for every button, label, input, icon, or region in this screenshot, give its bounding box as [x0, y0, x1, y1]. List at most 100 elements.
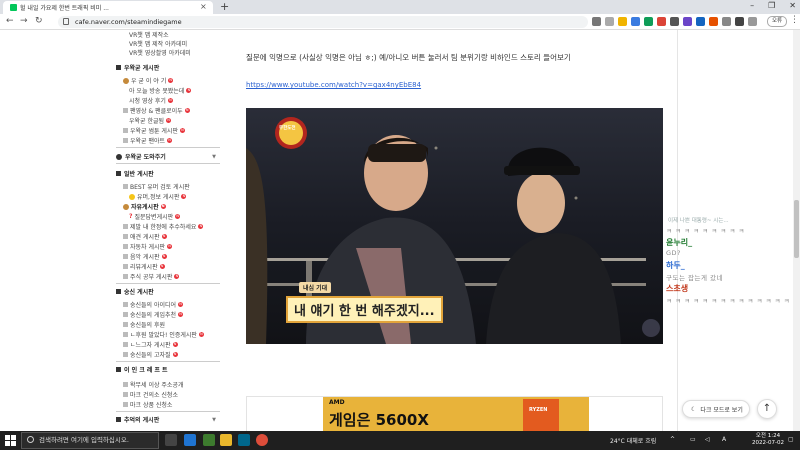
extension-icon[interactable] [696, 17, 705, 26]
sidebar-item[interactable]: 숭신들의 고자질 N [123, 350, 178, 359]
sidebar-item[interactable]: 자유게시판 N [123, 202, 166, 211]
ad-image[interactable]: AMD 게임은 5600X RYZEN [323, 397, 589, 431]
sidebar-item[interactable]: 왁무세 이상 주소공개 [123, 380, 184, 389]
reload-icon[interactable]: ↻ [35, 16, 43, 26]
video-logo: 무한도전 [279, 126, 296, 131]
maximize-icon[interactable]: ❐ [768, 1, 775, 10]
sidebar-item[interactable]: ㄴ느그자 게시판 N [123, 340, 178, 349]
extension-icon[interactable] [657, 17, 666, 26]
sidebar-item[interactable]: 주식 공부 게시판 N [123, 272, 180, 281]
sidebar-group-title[interactable]: 추억의 게시판 ▼ [116, 415, 220, 424]
sidebar-item[interactable]: 자동차 게시판 N [123, 242, 173, 251]
page-scrollbar[interactable] [793, 30, 800, 431]
taskbar-clock[interactable]: 오전 1:24 2022-07-02 [752, 433, 784, 447]
tab-strip: 헐 내일 가요제 한번 트래픽 비미 ... × + – ❐ ✕ [0, 0, 800, 14]
sidebar-item[interactable]: 팬영상 & 팬클로이두 N [123, 106, 190, 115]
url-text[interactable]: cafe.naver.com/steamindiegame [75, 18, 182, 26]
sidebar-item[interactable]: ? 질문답변게시판 N [129, 212, 181, 221]
sidebar-item[interactable]: 숭신들의 후원 [123, 320, 165, 329]
task-view-icon[interactable] [165, 434, 177, 446]
sidebar-item[interactable]: 유머,정보 게시판 N [129, 192, 187, 201]
sidebar-item[interactable]: 우왁굳 팬아트 N [123, 136, 173, 145]
sidebar-item[interactable]: 숭신들의 게임추천 N [123, 310, 184, 319]
new-badge-icon: N [198, 332, 204, 337]
close-window-icon[interactable]: ✕ [789, 1, 796, 10]
chevron-down-icon: ▼ [212, 153, 216, 160]
ime-indicator[interactable]: A [722, 436, 726, 443]
video-player[interactable]: 무한도전 내심 기대 내 얘기 한 번 해주겠지... [246, 108, 663, 344]
tab-close-icon[interactable]: × [200, 2, 207, 11]
extension-icon[interactable] [670, 17, 679, 26]
new-badge-icon: N [166, 118, 172, 123]
extensions-puzzle-icon[interactable] [735, 17, 744, 26]
sidebar-item[interactable]: ㄴ후원 말았다! 인증게시판 N [123, 330, 204, 339]
windows-start-icon[interactable] [5, 435, 16, 446]
chat-username: 스초생 [666, 284, 689, 293]
sidebar-group-title[interactable]: 우왁굳 도와주기 ▼ [116, 152, 220, 161]
chrome-icon[interactable] [256, 434, 268, 446]
new-tab-icon[interactable]: + [220, 0, 229, 13]
dark-mode-button[interactable]: ☾ 다크 모드로 보기 [682, 400, 750, 418]
sidebar-item[interactable]: VR챗 영상촬영 아카데미 [129, 48, 191, 57]
new-badge-icon: N [178, 302, 184, 307]
bookmark-star-icon[interactable] [618, 17, 627, 26]
ad-banner[interactable]: AMD 게임은 5600X RYZEN [246, 396, 663, 431]
youtube-link[interactable]: https://www.youtube.com/watch?v=gax4nyEb… [246, 81, 421, 89]
extension-icon[interactable] [644, 17, 653, 26]
notification-icon[interactable]: ▢ [788, 436, 794, 443]
new-badge-icon: N [161, 254, 167, 259]
sidebar-item[interactable]: 시청 영상 후기 N [129, 96, 173, 105]
extension-icon[interactable] [709, 17, 718, 26]
new-badge-icon: N [161, 234, 167, 239]
sidebar-item[interactable]: 아 오늘 방송 못봤는데 N [129, 86, 192, 95]
volume-icon[interactable]: ◁ [705, 436, 710, 443]
sidebar-item[interactable]: 숭신들의 아이디어 N [123, 300, 184, 309]
scrollbar-thumb[interactable] [794, 200, 799, 258]
sidebar-item[interactable]: 제발 내 한정에 추수하세요 N [123, 222, 204, 231]
profile-button[interactable]: 오류 [767, 16, 787, 27]
file-explorer-icon[interactable] [220, 434, 232, 446]
new-badge-icon: N [160, 204, 166, 209]
sidebar-panel-icon[interactable] [748, 17, 757, 26]
sidebar-item[interactable]: VR챗 맵 제작 아카데미 [129, 39, 187, 48]
sidebar-item[interactable]: 마크 상품 신청소 [123, 400, 172, 409]
weather-widget[interactable]: 24°C 대체로 흐림 [610, 436, 656, 445]
sidebar-item[interactable]: VR챗 맵 제작소 [129, 30, 169, 39]
sidebar-group-title: 우왁굳 게시판 [116, 63, 220, 72]
minecraft-icon[interactable] [203, 434, 215, 446]
sidebar-item[interactable]: BEST 유머 검토 게시판 [123, 182, 190, 191]
extension-icon[interactable] [683, 17, 692, 26]
tab-title: 헐 내일 가요제 한번 트래픽 비미 ... [20, 5, 109, 12]
omnibox[interactable]: cafe.naver.com/steamindiegame [58, 16, 588, 28]
new-badge-icon: N [168, 78, 174, 83]
tray-chevron-icon[interactable]: ^ [670, 436, 675, 443]
sidebar-item[interactable]: 리뷰게시판 N [123, 262, 165, 271]
chat-faint-line: 이제 나쁜 대통령~ 시는... [668, 218, 729, 224]
sidebar-item[interactable]: 우왁굳 썸툰 게시판 N [123, 126, 185, 135]
sidebar-item[interactable]: 마크 건의소 신청소 [123, 390, 178, 399]
back-icon[interactable]: ← [6, 16, 14, 26]
browser-menu-icon[interactable]: ⋮ [790, 15, 799, 25]
address-bar-row: ← → ↻ cafe.naver.com/steamindiegame 오류 ⋮ [0, 14, 800, 30]
sidebar-item[interactable]: 음악 게시판 N [123, 252, 167, 261]
share-icon[interactable] [592, 17, 601, 26]
lock-icon [63, 18, 69, 25]
chat-message: GD? [666, 249, 681, 257]
zoom-icon[interactable] [605, 17, 614, 26]
taskbar-search-input[interactable]: 검색하려면 여기에 입력하십시오. [21, 432, 159, 449]
sidebar-item[interactable]: 우왁굳 한글됨 N [129, 116, 172, 125]
new-badge-icon: N [172, 352, 178, 357]
edge-icon[interactable] [184, 434, 196, 446]
extension-icon[interactable] [631, 17, 640, 26]
minimize-icon[interactable]: – [750, 1, 754, 10]
network-icon[interactable]: ▭ [690, 436, 696, 443]
app-v-icon[interactable] [238, 434, 250, 446]
browser-tab[interactable]: 헐 내일 가요제 한번 트래픽 비미 ... × [3, 1, 213, 14]
scroll-top-button[interactable]: ↑ [757, 399, 777, 419]
sidebar-item[interactable]: 애견 게시판 N [123, 232, 167, 241]
new-badge-icon: N [172, 342, 178, 347]
forward-icon[interactable]: → [20, 16, 28, 26]
extension-icon[interactable] [722, 17, 731, 26]
sidebar-item[interactable]: 우 굳 이 야 기N [123, 76, 174, 85]
arrow-up-icon: ↑ [762, 403, 772, 414]
